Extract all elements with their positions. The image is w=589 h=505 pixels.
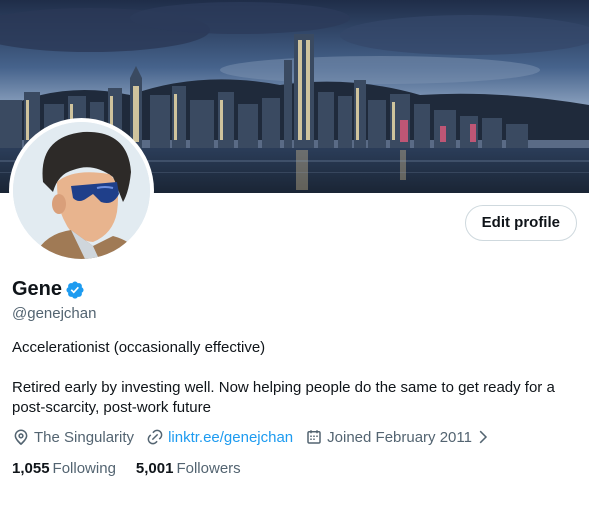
profile-handle: @genejchan (12, 305, 97, 322)
verified-badge-icon[interactable] (65, 280, 85, 300)
bio-line-2: Retired early by investing well. Now hel… (12, 379, 555, 416)
profile-link[interactable]: linktr.ee/genejchan (168, 429, 293, 446)
edit-profile-button[interactable]: Edit profile (464, 205, 577, 241)
joined-item[interactable]: Joined February 2011 (305, 428, 496, 446)
location-pin-icon (14, 429, 28, 446)
followers-count: 5,001 (135, 460, 174, 477)
profile-meta: The Singularity linktr.ee/genejchan Join… (12, 428, 508, 446)
calendar-icon (307, 430, 321, 444)
profile-bio: Accelerationist (occasionally effective)… (12, 338, 577, 438)
followers-label: Followers (176, 460, 241, 477)
display-name: Gene (12, 278, 63, 300)
following-count: 1,055 (12, 460, 50, 477)
bio-line-1: Accelerationist (occasionally effective) (12, 339, 266, 356)
joined-text: Joined February 2011 (327, 428, 472, 446)
link-item[interactable]: linktr.ee/genejchan (146, 428, 293, 446)
profile-name-row: Gene (12, 278, 85, 301)
profile-stats: 1,055 Following 5,001 Followers (12, 460, 261, 477)
link-icon (147, 429, 163, 445)
followers-stat[interactable]: 5,001 Followers (136, 460, 241, 477)
following-stat[interactable]: 1,055 Following (12, 460, 116, 477)
location-text: The Singularity (34, 428, 135, 446)
profile-avatar[interactable] (9, 118, 154, 263)
chevron-right-icon (479, 430, 488, 444)
avatar-image (13, 122, 150, 259)
following-label: Following (52, 460, 116, 477)
location-item: The Singularity (12, 428, 134, 446)
